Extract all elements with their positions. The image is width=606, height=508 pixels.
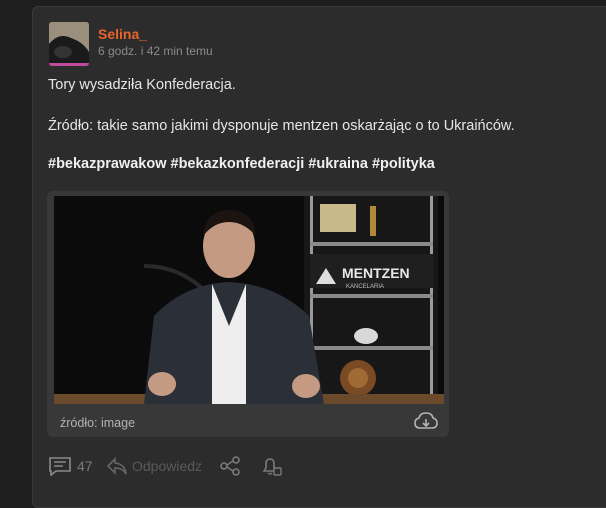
reply-button[interactable]: Odpowiedz — [132, 458, 202, 474]
embed-source: źródło: image — [60, 416, 136, 430]
author-name[interactable]: Selina_ — [98, 26, 147, 42]
brand-subtext: KANCELARIA — [346, 284, 384, 290]
post-actions: 47 Odpowiedz — [48, 454, 368, 478]
brand-text: MENTZEN — [342, 265, 410, 281]
bell-icon[interactable] — [260, 455, 282, 480]
reply-icon[interactable] — [106, 456, 128, 479]
post-text-line: Źródło: takie samo jakimi dysponuje ment… — [48, 118, 515, 134]
post-tags[interactable]: #bekazprawakow #bekazkonfederacji #ukrai… — [48, 156, 435, 172]
avatar-image — [49, 22, 89, 66]
comments-count[interactable]: 47 — [77, 458, 93, 474]
avatar[interactable] — [49, 22, 89, 66]
share-icon[interactable] — [219, 456, 241, 479]
embed-image[interactable]: MENTZEN KANCELARIA — [54, 196, 444, 404]
post-timestamp[interactable]: 6 godz. i 42 min temu — [98, 44, 213, 58]
comments-icon[interactable] — [48, 456, 72, 479]
download-icon[interactable] — [414, 411, 438, 438]
post-text-line: Tory wysadziła Konfederacja. — [48, 77, 236, 93]
